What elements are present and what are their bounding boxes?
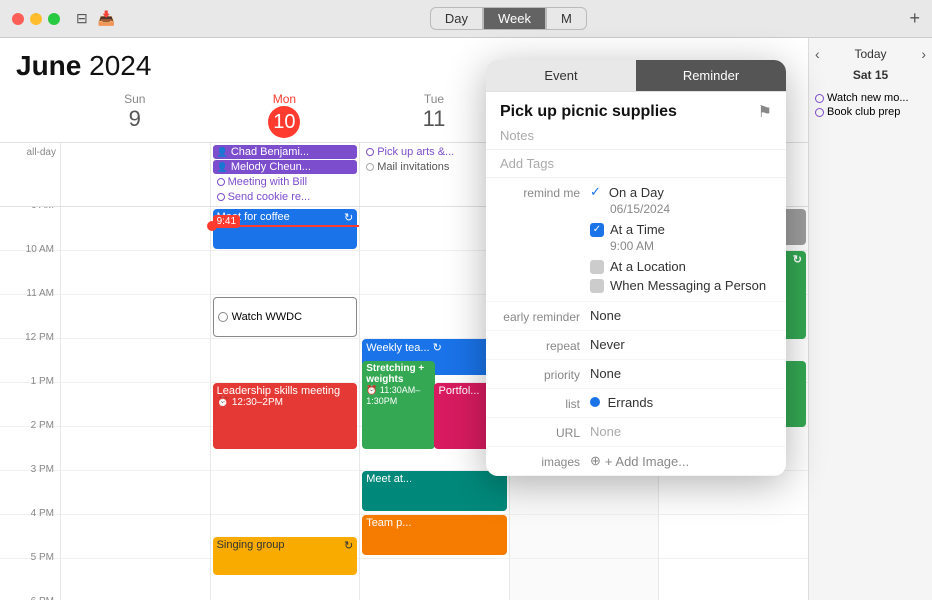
current-time-badge: 9:41 [213,215,240,228]
mini-date-label: Sat 15 [809,66,932,88]
list-value[interactable]: Errands [590,395,772,410]
repeat-label: repeat [500,337,590,353]
priority-value[interactable]: None [590,366,772,381]
right-panel: ‹ Today › Sat 15 Watch new mo... Book cl… [808,38,932,600]
at-a-location-row: At a Location [590,259,772,274]
titlebar: ⊟ 📥 Day Week M + [0,0,932,38]
right-event[interactable]: Watch new mo... [815,92,926,104]
calendar-main: June 2024 Sun 9 Mon 10 Tue 11 W ... Sat [0,38,932,600]
at-a-location-checkbox[interactable] [590,260,604,274]
event-dot [366,163,374,171]
repeat-row: repeat Never [486,331,786,360]
modal-tab-reminder[interactable]: Reminder [636,60,786,91]
on-a-day-row: ✓ On a Day [590,184,772,200]
modal-title-row: Pick up picnic supplies ⚑ [486,92,786,126]
url-label: URL [500,424,590,440]
checkmark-icon: ✓ [590,184,601,200]
url-value[interactable]: None [590,424,772,439]
fullscreen-button[interactable] [48,13,60,25]
event-leadership[interactable]: Leadership skills meeting ⏰ 12:30–2PM [213,383,358,449]
avatar-icon: 👤 [217,162,228,173]
early-reminder-label: early reminder [500,308,590,324]
add-event-button[interactable]: + [909,8,920,29]
time-label-5pm: 5 PM [0,559,60,600]
col-header-sun: Sun 9 [60,88,210,142]
event-singing[interactable]: Singing group ↻ [213,537,358,575]
flag-button[interactable]: ⚑ [758,102,772,122]
event-team-p[interactable]: Team p... [362,515,507,555]
nav-tabs: Day Week M [430,7,587,30]
tab-day[interactable]: Day [430,7,483,30]
at-a-time-row: ✓ At a Time [590,222,772,237]
minimize-button[interactable] [30,13,42,25]
col-header-mon: Mon 10 [210,88,360,142]
when-messaging-row: When Messaging a Person [590,278,772,293]
prev-month-button[interactable]: ‹ [815,46,820,62]
event-circle [218,312,228,322]
url-row: URL None [486,418,786,447]
on-a-day-label: On a Day [609,185,664,200]
tab-month[interactable]: M [546,7,587,30]
modal-notes[interactable]: Notes [486,126,786,150]
reminder-modal[interactable]: Event Reminder Pick up picnic supplies ⚑… [486,60,786,476]
early-reminder-value[interactable]: None [590,308,772,323]
list-label: list [500,395,590,411]
modal-remind-me-row: remind me ✓ On a Day 06/15/2024 ✓ At a T… [486,178,786,302]
modal-title: Pick up picnic supplies [500,103,677,121]
event-dot [217,193,225,201]
add-image-button[interactable]: ⊕ + Add Image... [590,453,772,469]
remind-me-label: remind me [500,184,590,200]
images-row: images ⊕ + Add Image... [486,447,786,476]
mini-nav: ‹ Today › [809,38,932,66]
modal-tabs: Event Reminder [486,60,786,92]
modal-tab-event[interactable]: Event [486,60,636,91]
allday-event[interactable]: Meeting with Bill [213,175,358,189]
event-watch-wwdc[interactable]: Watch WWDC [213,297,358,337]
list-color-dot [590,397,600,407]
month-year-label: June 2024 [16,50,151,82]
when-messaging-checkbox[interactable] [590,279,604,293]
list-row: list Errands [486,389,786,418]
traffic-lights [12,13,60,25]
at-a-time-value: 9:00 AM [590,239,772,253]
allday-event[interactable]: 👤 Chad Benjami... [213,145,358,159]
titlebar-icons: ⊟ 📥 [76,10,115,27]
close-button[interactable] [12,13,24,25]
time-labels: 9 AM 10 AM 11 AM 12 PM 1 PM 2 PM 3 PM 4 … [0,207,60,600]
day-col-mon: 9:41 Meet for coffee ↻ Watch WWDC Leader… [210,207,360,600]
early-reminder-row: early reminder None [486,302,786,331]
event-stretching[interactable]: Stretching +weights ⏰ 11:30AM–1:30PM [362,361,434,449]
next-month-button[interactable]: › [921,46,926,62]
avatar-icon: 👤 [217,147,228,158]
allday-label: all-day [0,143,60,206]
priority-label: priority [500,366,590,382]
modal-tags[interactable]: Add Tags [486,150,786,178]
right-event[interactable]: Book club prep [815,106,926,118]
at-a-time-checkbox[interactable]: ✓ [590,223,604,237]
event-dot [217,178,225,186]
priority-row: priority None [486,360,786,389]
allday-mon: 👤 Chad Benjami... 👤 Melody Cheun... Meet… [210,143,360,206]
right-events: Watch new mo... Book club prep [809,88,932,122]
tab-week[interactable]: Week [483,7,546,30]
inbox-icon[interactable]: 📥 [98,10,115,27]
at-a-time-label: At a Time [610,222,665,237]
allday-sun [60,143,210,206]
today-button[interactable]: Today [854,47,886,61]
repeat-value[interactable]: Never [590,337,772,352]
day-col-sun [60,207,210,600]
event-dot [815,94,824,103]
plus-icon: ⊕ [590,453,601,469]
images-label: images [500,453,590,469]
allday-event[interactable]: Send cookie re... [213,190,358,204]
at-a-location-label: At a Location [610,259,686,274]
sidebar-toggle-icon[interactable]: ⊟ [76,10,88,27]
on-a-day-date: 06/15/2024 [590,202,772,216]
event-meet-at[interactable]: Meet at... [362,471,507,511]
event-dot [366,148,374,156]
event-dot [815,108,824,117]
when-messaging-label: When Messaging a Person [610,278,766,293]
allday-event[interactable]: 👤 Melody Cheun... [213,160,358,174]
remind-me-content: ✓ On a Day 06/15/2024 ✓ At a Time 9:00 A… [590,184,772,295]
